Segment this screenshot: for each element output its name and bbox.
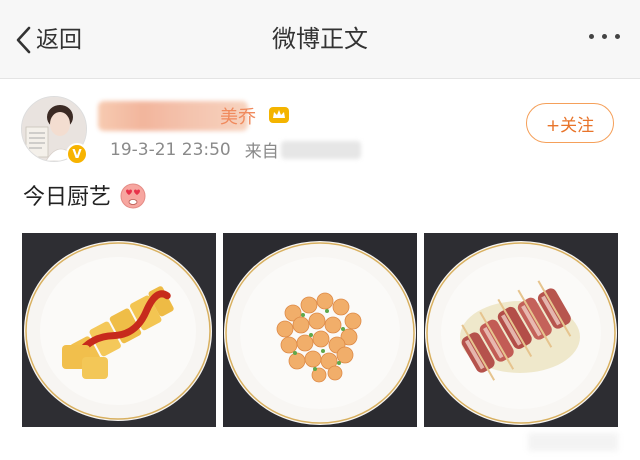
post-text: 今日厨艺 <box>23 185 112 210</box>
photo-grid <box>22 233 618 451</box>
post-timestamp: 19-3-21 23:50 <box>110 139 231 160</box>
post-source-blurred <box>280 140 361 159</box>
watermark-blur <box>528 433 618 451</box>
username[interactable]: 美乔 <box>98 99 289 133</box>
photo-rolled-omelette[interactable] <box>22 233 216 427</box>
top-navigation-bar: 返回 微博正文 <box>0 0 640 79</box>
crown-icon <box>268 105 290 125</box>
follow-button[interactable]: +关注 <box>526 103 614 143</box>
post-card: V 美乔 19-3-21 23:50 来自 +关注 今日厨艺 <box>0 79 640 460</box>
post-source-label: 来自 <box>244 142 279 162</box>
username-text: 美乔 <box>220 107 256 128</box>
verified-badge-icon: V <box>66 143 88 165</box>
photo-shrimp[interactable] <box>223 233 417 427</box>
page-title: 微博正文 <box>272 25 368 53</box>
weibo-post-page: 返回 微博正文 V 美乔 19-3-21 23:50 来自 +关注 今日厨艺 <box>0 0 640 460</box>
post-body: 今日厨艺 <box>23 179 147 211</box>
heart-eyes-emoji-icon <box>120 183 146 209</box>
photo-bacon-rolls[interactable] <box>424 233 618 427</box>
follow-label: +关注 <box>545 115 595 136</box>
more-icon[interactable] <box>589 34 620 39</box>
post-meta: 19-3-21 23:50 来自 <box>110 137 361 162</box>
